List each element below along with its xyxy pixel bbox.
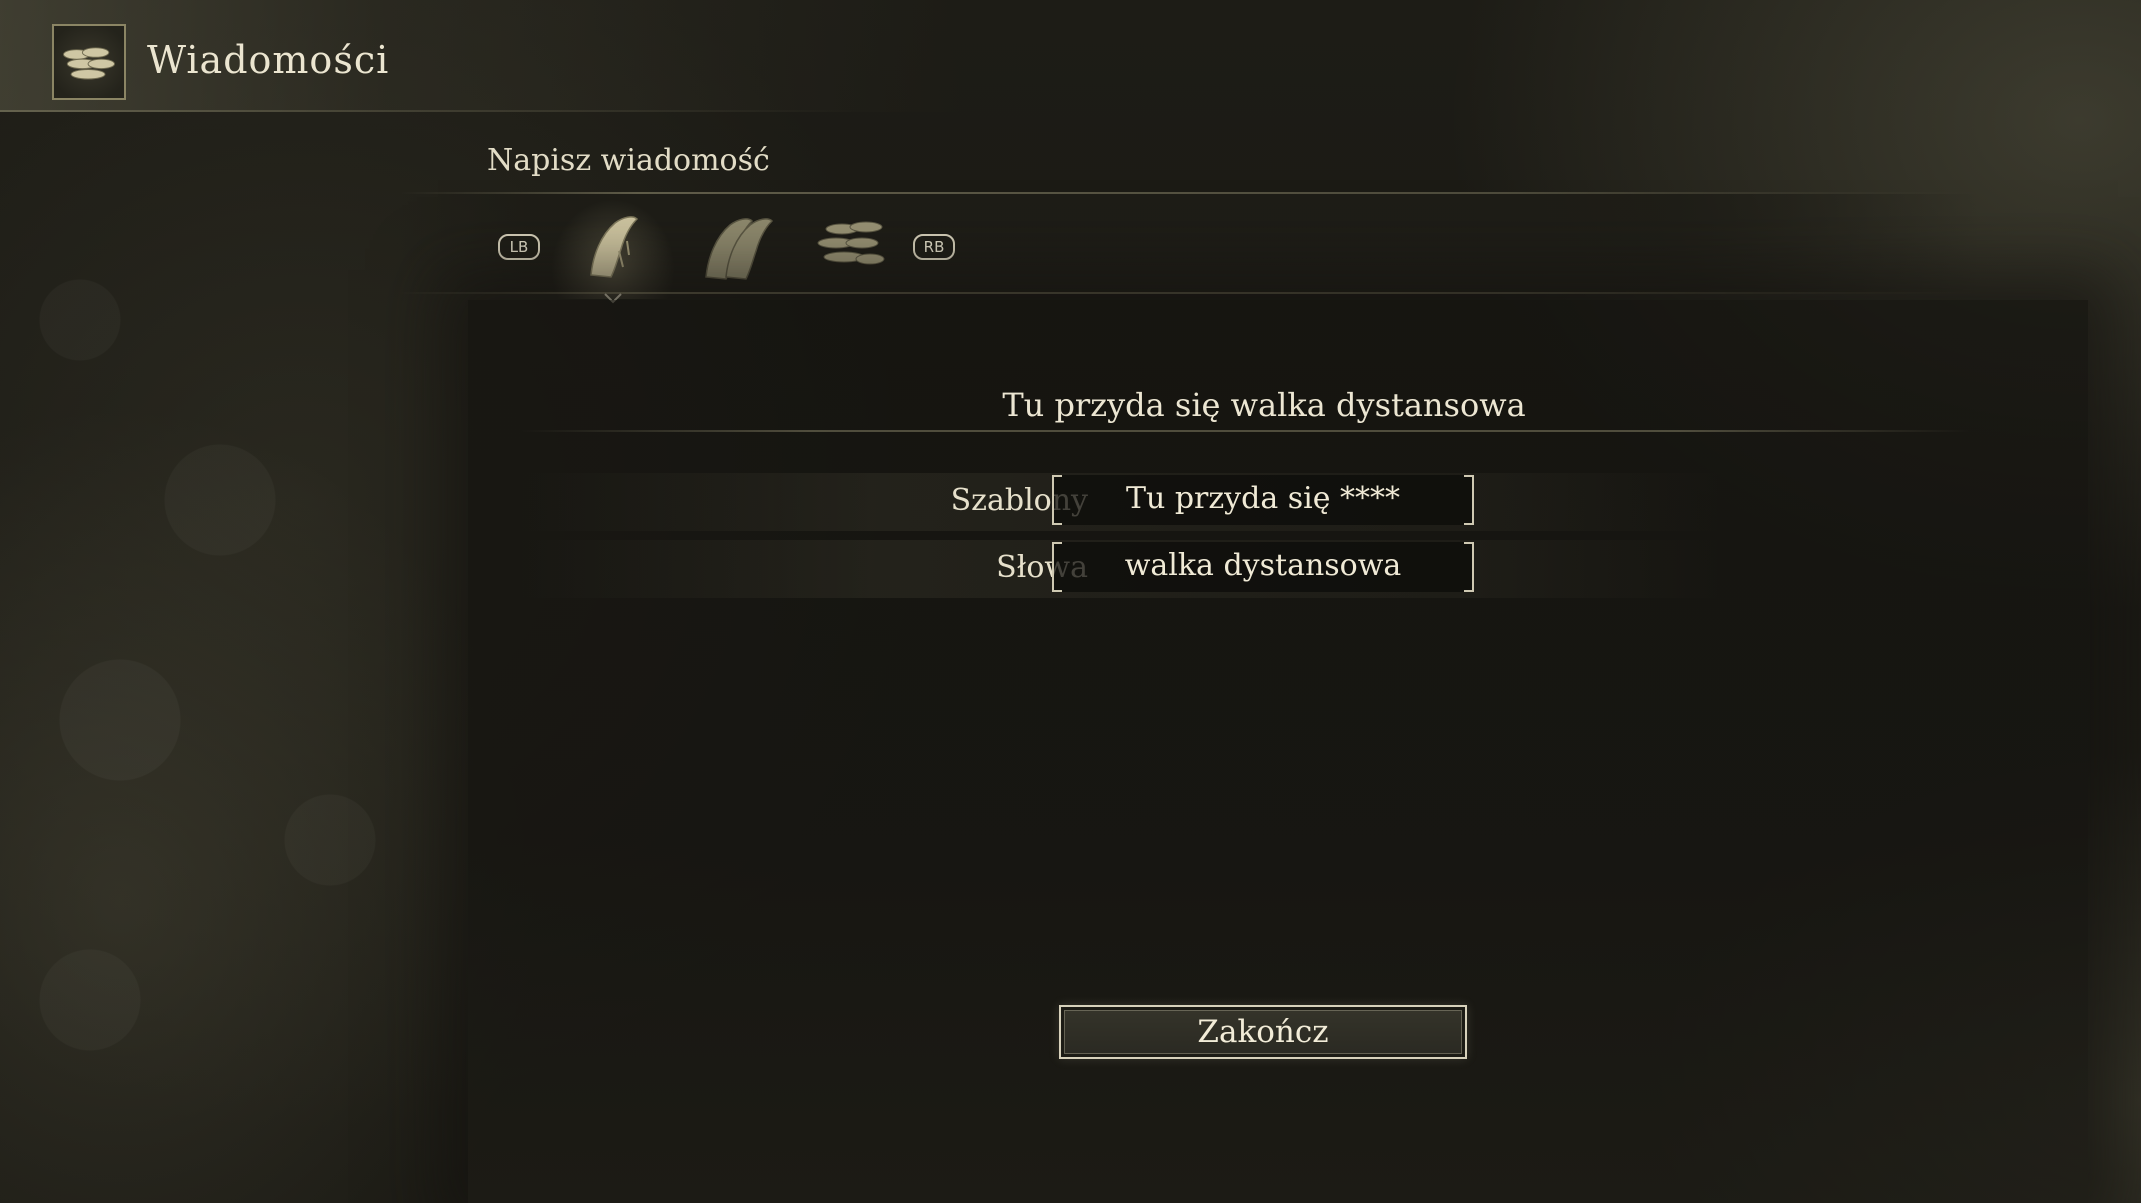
background-texture [0, 200, 520, 1200]
messages-screen: Wiadomości Napisz wiadomość LB RB Tu prz… [0, 0, 2141, 1203]
finish-button[interactable]: Zakończ [1059, 1005, 1467, 1059]
tab-bar-top-divider [400, 192, 1980, 194]
template-row[interactable]: Szablony Tu przyda się **** [520, 473, 1720, 531]
message-scrolls-icon [52, 24, 126, 100]
compose-section-title: Napisz wiadomość [487, 143, 770, 178]
single-message-icon [590, 216, 639, 278]
stacked-messages-icon [817, 221, 885, 265]
double-message-icon [705, 218, 774, 280]
tab-double-message[interactable] [692, 205, 776, 285]
preview-divider [520, 430, 1970, 432]
message-preview: Tu przyda się walka dystansowa [1002, 386, 1526, 424]
message-editor-panel [468, 300, 2088, 1203]
lb-button-hint[interactable]: LB [498, 234, 540, 260]
rb-button-hint[interactable]: RB [913, 234, 955, 260]
template-selector[interactable]: Tu przyda się **** [1052, 475, 1474, 525]
tab-stacked-messages[interactable] [808, 205, 892, 285]
words-selector[interactable]: walka dystansowa [1052, 542, 1474, 592]
tab-single-message[interactable] [551, 199, 675, 299]
words-row[interactable]: Słowa walka dystansowa [520, 540, 1720, 598]
screen-title: Wiadomości [147, 38, 390, 82]
